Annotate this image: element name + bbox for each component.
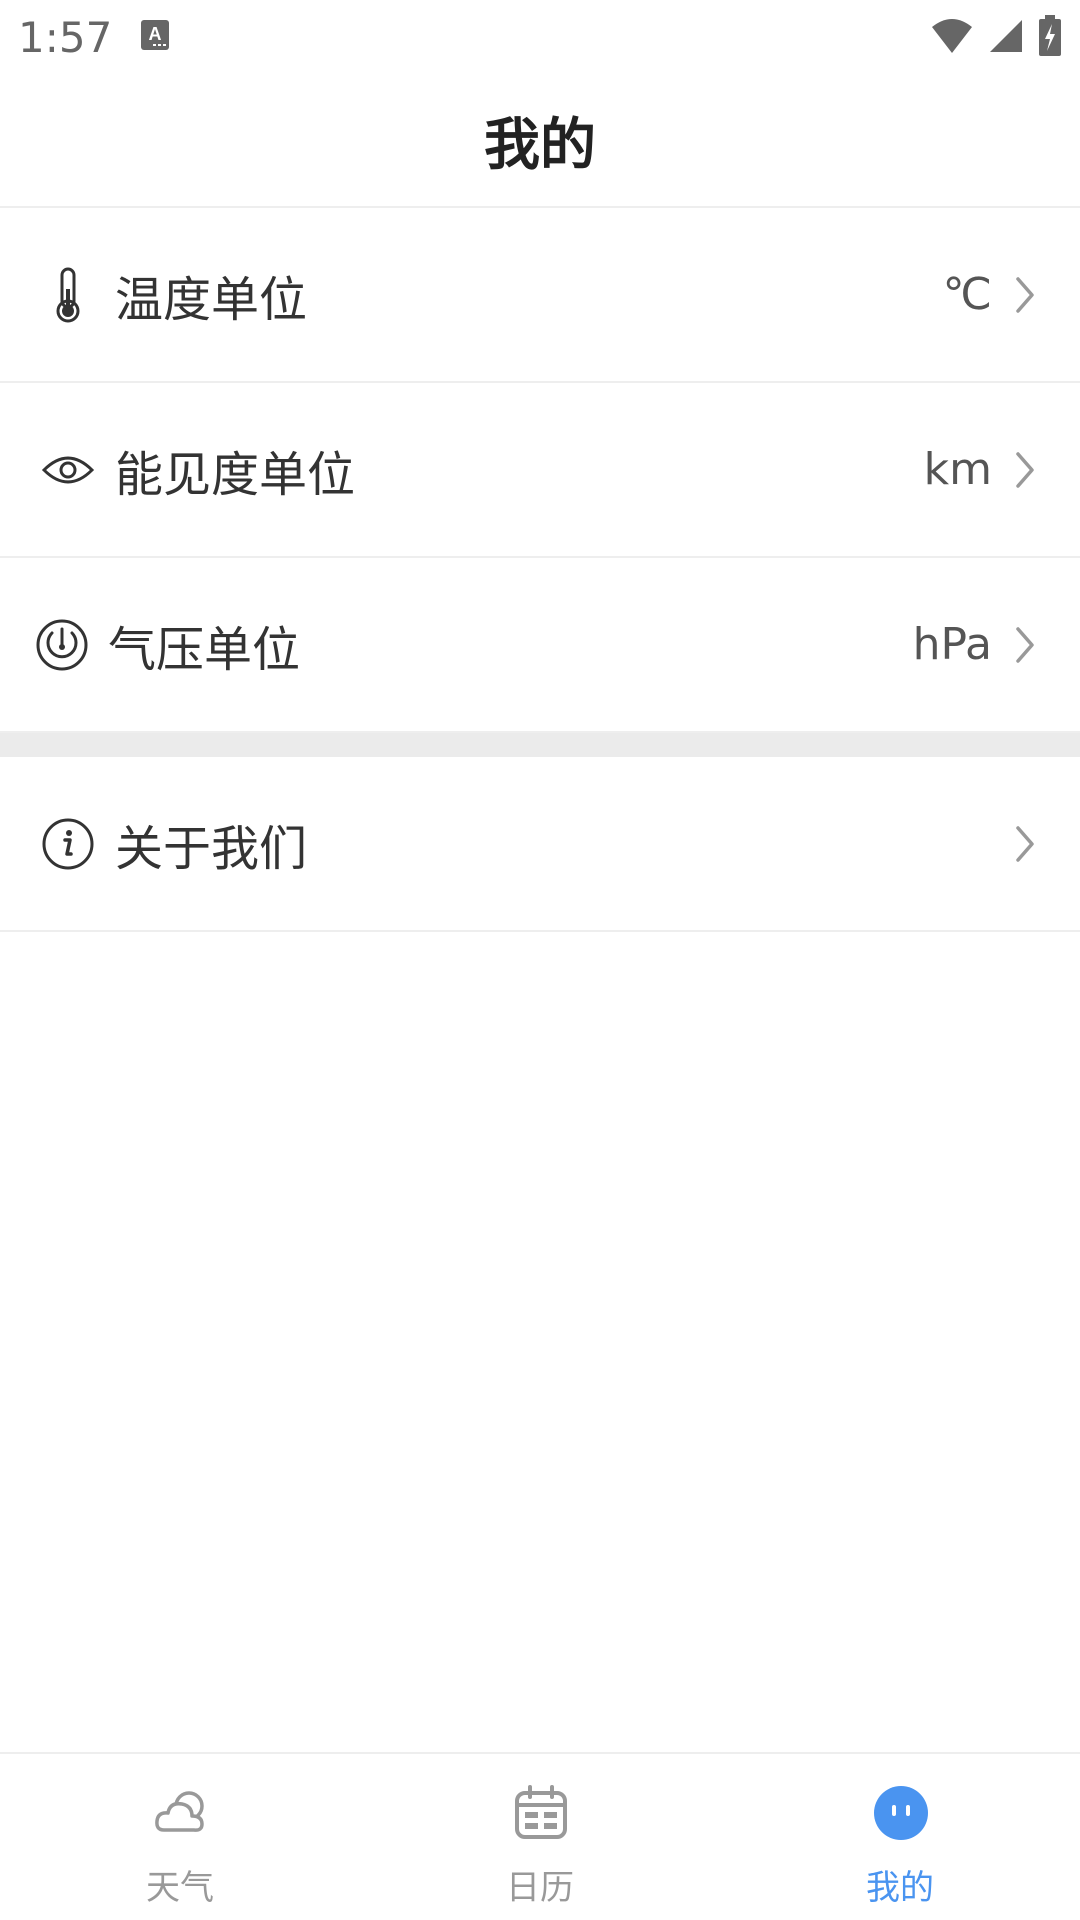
- bottom-nav: 天气 日历 我的: [0, 1752, 1080, 1920]
- gauge-icon: [34, 617, 90, 673]
- status-right: [930, 14, 1062, 58]
- header: 我的: [0, 74, 1080, 208]
- cloud-icon: [155, 1791, 204, 1832]
- keyboard-a-icon: A: [141, 20, 169, 50]
- info-icon: [40, 816, 96, 872]
- status-time: 1:57: [18, 13, 113, 62]
- face-icon: [874, 1786, 928, 1840]
- nav-tab-label: 日历: [506, 1868, 574, 1908]
- calendar-icon: [515, 1785, 567, 1839]
- chevron-right-icon: [1016, 626, 1034, 663]
- nav-tab-label: 天气: [146, 1868, 214, 1908]
- settings-row-temperature-unit[interactable]: 温度单位 ℃: [0, 208, 1080, 383]
- settings-row-visibility-unit[interactable]: 能见度单位 km: [0, 383, 1080, 558]
- settings-row-label: 能见度单位: [115, 446, 356, 503]
- settings-row-label: 温度单位: [115, 271, 308, 328]
- settings-row-value: km: [923, 444, 992, 495]
- nav-tab-label: 我的: [866, 1868, 934, 1908]
- chevron-right-icon: [1016, 451, 1034, 488]
- settings-row-pressure-unit[interactable]: 气压单位 hPa: [0, 558, 1080, 733]
- settings-row-about-us[interactable]: 关于我们: [0, 757, 1080, 932]
- settings-row-value: ℃: [942, 269, 992, 320]
- settings-row-label: 气压单位: [108, 621, 301, 678]
- section-separator: [0, 733, 1080, 757]
- nav-tab-weather[interactable]: 天气: [80, 1754, 280, 1920]
- battery-charging-icon: [1039, 15, 1061, 56]
- thermometer-icon: [40, 267, 96, 323]
- settings-row-value: hPa: [912, 619, 992, 670]
- svg-text:A: A: [149, 24, 162, 44]
- nav-tab-calendar[interactable]: 日历: [440, 1754, 640, 1920]
- eye-icon: [40, 442, 96, 498]
- settings-row-label: 关于我们: [115, 820, 308, 877]
- nav-tab-mine[interactable]: 我的: [800, 1754, 1000, 1920]
- chevron-right-icon: [1016, 825, 1034, 862]
- chevron-right-icon: [1016, 276, 1034, 313]
- signal-icon: [990, 20, 1022, 52]
- status-bar: 1:57 A: [0, 0, 1080, 74]
- wifi-icon: [932, 19, 972, 53]
- page-title: 我的: [484, 112, 596, 178]
